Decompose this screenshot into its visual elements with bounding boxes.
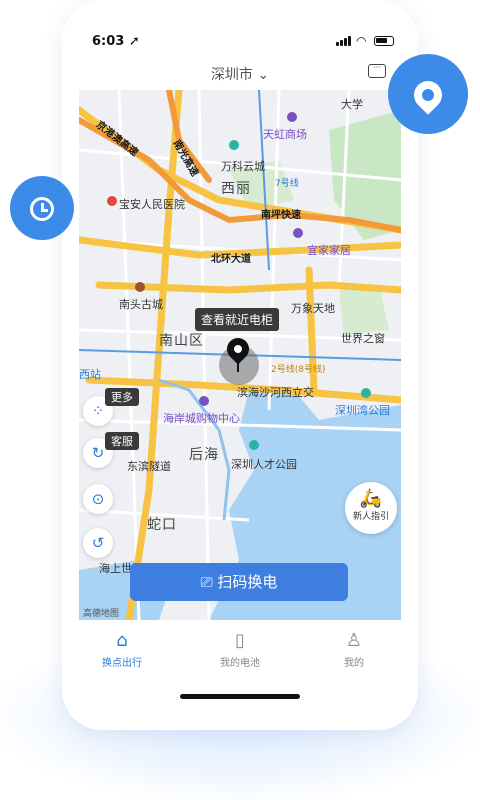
stage: 6:03 ➚ ◠ 深圳市 ⌄ ··· 大学 天虹商场 万科云城 西丽 宝安人民医… <box>0 0 480 800</box>
tab-my-battery[interactable]: ▯ 我的电池 <box>200 630 280 669</box>
more-button[interactable]: 更多 <box>105 388 139 406</box>
map-label-xixiang: 西站 <box>79 368 101 381</box>
location-bubble <box>388 54 468 134</box>
map-label-dongbin: 东滨隧道 <box>127 460 171 473</box>
locate-icon[interactable]: ⊙ <box>83 484 113 514</box>
map-label-xili: 西丽 <box>221 181 251 197</box>
map-label-nanshan: 南山区 <box>159 333 204 349</box>
scan-label: 扫码换电 <box>217 573 278 591</box>
poi-marker <box>293 228 303 238</box>
nearest-cabinet-tooltip[interactable]: 查看就近电柜 <box>195 308 280 331</box>
poi-marker <box>199 396 209 406</box>
map-label-shenzhenwan-park: 深圳湾公园 <box>335 404 390 417</box>
map-amap-logo: 高德地图 <box>83 609 120 619</box>
map-label-houhai: 后海 <box>189 447 219 463</box>
poi-marker <box>135 282 145 292</box>
map-label-daxue: 大学 <box>341 98 363 111</box>
battery-icon <box>374 36 394 46</box>
home-indicator <box>180 694 300 699</box>
home-icon: ⌂ <box>116 630 128 651</box>
guide-label: 新人指引 <box>352 512 389 522</box>
tab-label: 我的电池 <box>220 658 260 669</box>
map-label-nanping: 南坪快速 <box>261 210 301 221</box>
hospital-marker <box>107 196 117 206</box>
status-bar: 6:03 ➚ ◠ <box>62 0 418 60</box>
signal-icon <box>336 36 352 46</box>
clock-bubble <box>10 176 74 240</box>
poi-marker <box>287 112 297 122</box>
new-user-guide-button[interactable]: 🛵 新人指引 <box>345 482 397 534</box>
map-label-talent-park: 深圳人才公园 <box>231 458 297 471</box>
map-label-binhai: 滨海沙河西立交 <box>237 386 314 399</box>
map-label-shekou: 蛇口 <box>147 517 177 533</box>
tab-swap-travel[interactable]: ⌂ 换点出行 <box>82 630 162 669</box>
pin-stem <box>237 358 239 372</box>
scooter-rider-icon: 🛵 <box>359 488 383 509</box>
service-button[interactable]: 客服 <box>105 432 139 450</box>
map-label-wanke: 万科云城 <box>221 160 265 173</box>
map-label-road-7: 7号线 <box>275 179 299 189</box>
wifi-icon: ◠ <box>356 34 367 48</box>
map-label-yijia: 宜家家居 <box>307 244 351 257</box>
map-label-tianhong: 天虹商场 <box>263 128 307 141</box>
scan-swap-button[interactable]: ⎚ 扫码换电 <box>130 563 348 601</box>
map-label-road-2: 2号线(8号线) <box>271 365 326 375</box>
chat-icon[interactable]: ··· <box>368 64 386 78</box>
tab-me[interactable]: ♙ 我的 <box>314 630 394 669</box>
scan-icon: ⎚ <box>200 573 218 591</box>
map-label-beihuan: 北环大道 <box>211 254 251 265</box>
city-selector[interactable]: 深圳市 ⌄ <box>62 64 418 84</box>
user-icon: ♙ <box>345 630 363 651</box>
location-pin-icon <box>408 74 448 115</box>
tab-label: 我的 <box>344 658 364 669</box>
map-view[interactable]: 大学 天虹商场 万科云城 西丽 宝安人民医院 南坪快速 北环大道 宜家家居 南头… <box>79 90 401 620</box>
map-label-haian: 海岸城购物中心 <box>163 412 240 425</box>
phone-frame: 6:03 ➚ ◠ 深圳市 ⌄ ··· 大学 天虹商场 万科云城 西丽 宝安人民医… <box>62 0 418 730</box>
poi-marker <box>249 440 259 450</box>
map-label-world: 世界之窗 <box>341 332 385 345</box>
tab-bar: ⌂ 换点出行 ▯ 我的电池 ♙ 我的 <box>62 620 418 680</box>
app-header: 深圳市 ⌄ ··· <box>62 60 418 90</box>
map-label-wanxiang: 万象天地 <box>291 302 335 315</box>
tab-label: 换点出行 <box>102 658 142 669</box>
map-label-baoan-hospital: 宝安人民医院 <box>119 198 185 211</box>
status-time: 6:03 ➚ <box>92 34 140 49</box>
refresh-icon[interactable]: ↺ <box>83 528 113 558</box>
battery-tab-icon: ▯ <box>235 630 245 651</box>
poi-marker <box>361 388 371 398</box>
clock-icon <box>30 196 54 221</box>
map-label-nantou: 南头古城 <box>119 298 163 311</box>
poi-marker <box>229 140 239 150</box>
